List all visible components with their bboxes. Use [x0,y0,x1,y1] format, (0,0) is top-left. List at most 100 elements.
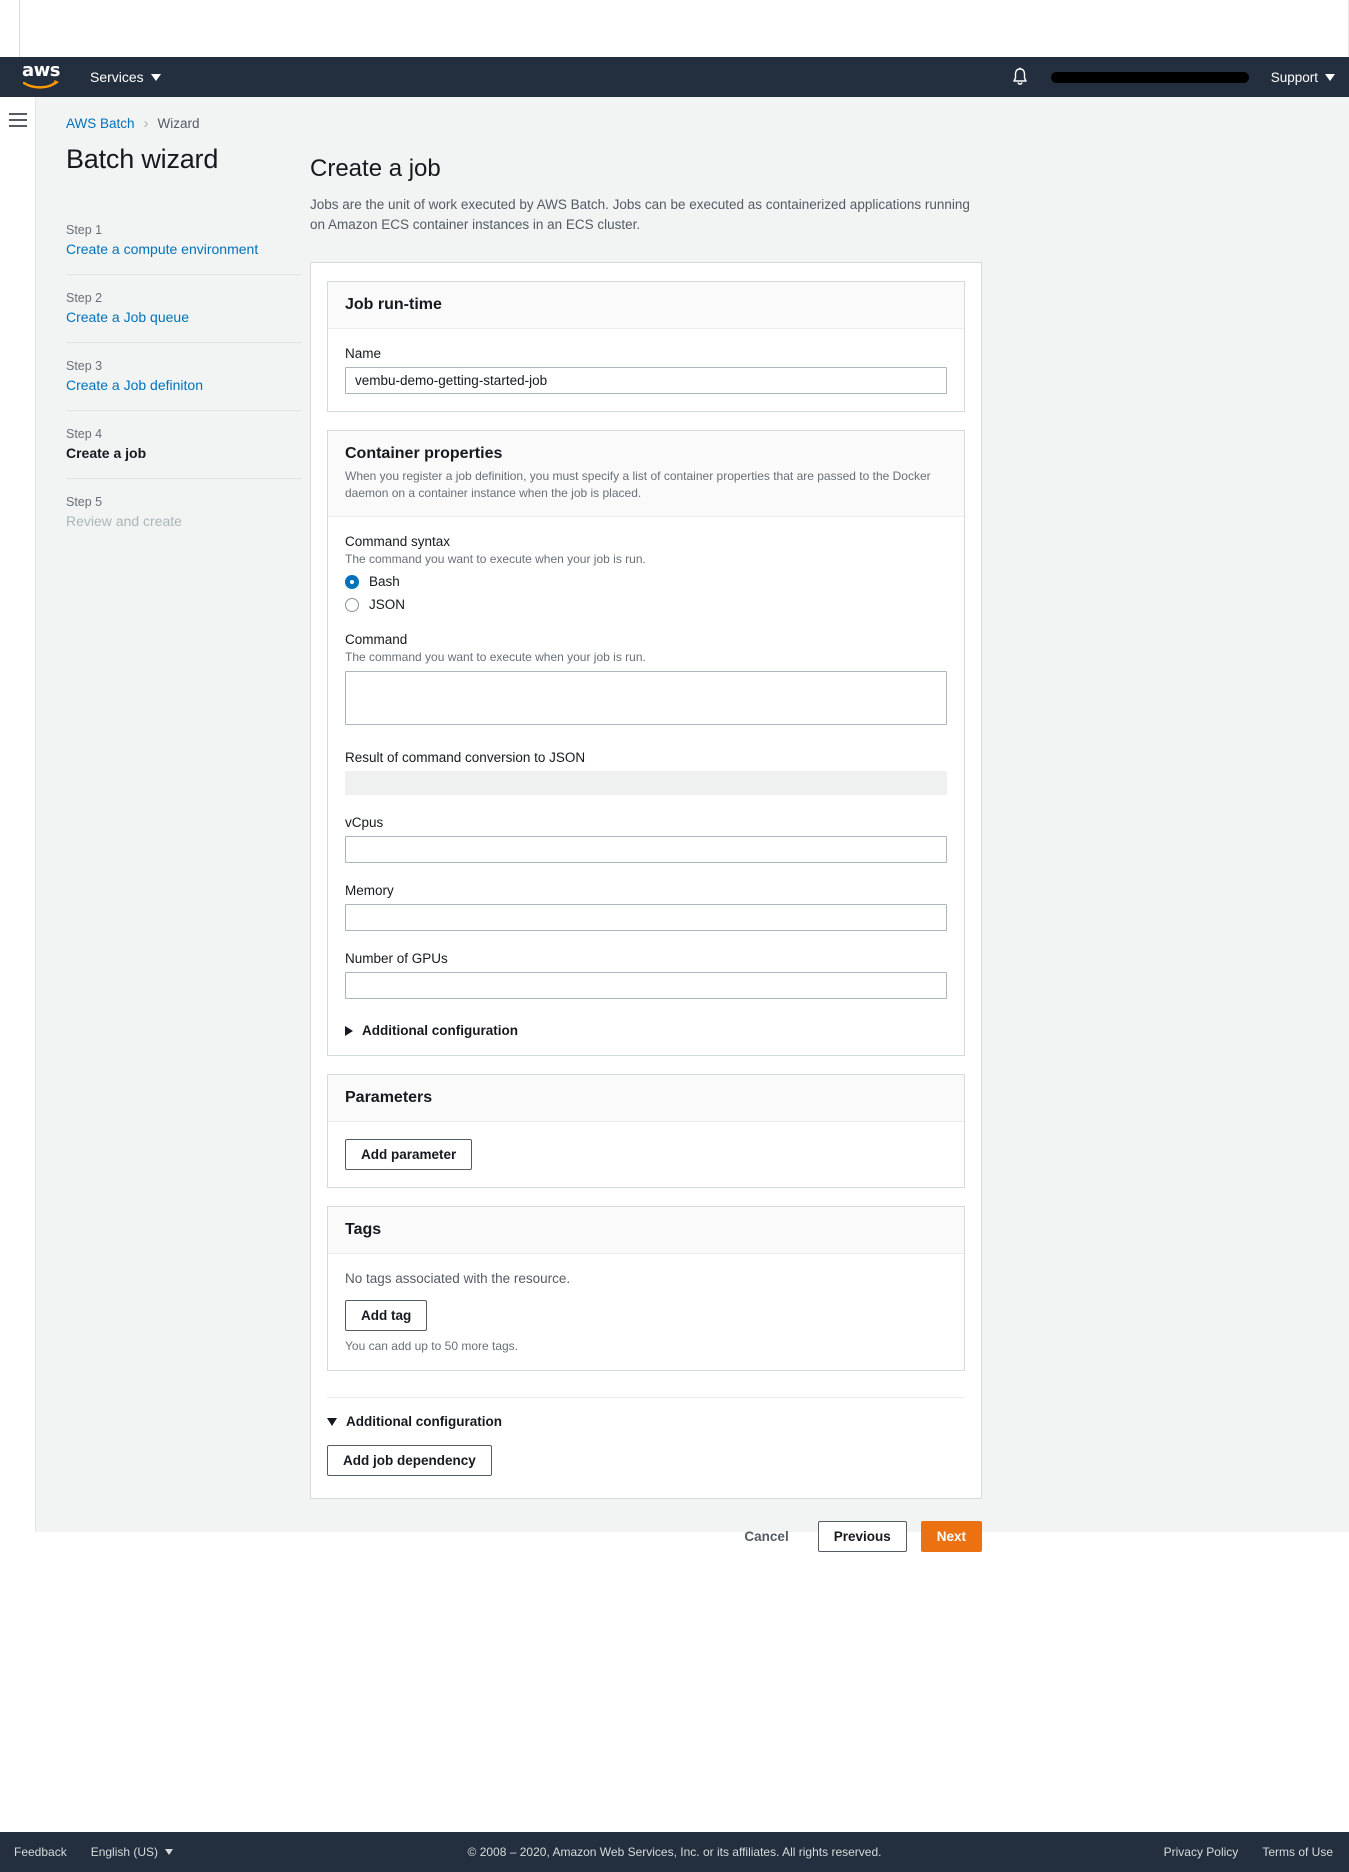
container-properties-panel: Container properties When you register a… [327,429,965,1057]
privacy-policy-link[interactable]: Privacy Policy [1164,1845,1239,1859]
create-job-form: Job run-time Name vembu-demo-getting-sta… [310,261,982,1500]
bottom-bar-right: Privacy Policy Terms of Use [1164,1845,1333,1859]
bottom-bar: Feedback English (US) © 2008 – 2020, Ama… [0,1832,1349,1872]
parameters-panel: Parameters Add parameter [327,1074,965,1189]
vcpus-field: vCpus [345,815,947,864]
previous-button[interactable]: Previous [817,1521,907,1553]
aws-top-navigation: aws Services Support [0,57,1349,97]
cancel-button[interactable]: Cancel [729,1522,803,1551]
terms-of-use-link[interactable]: Terms of Use [1262,1845,1333,1859]
page-body: AWS Batch › Wizard Batch wizard Step 1 C… [0,97,1349,1553]
add-tag-button[interactable]: Add tag [345,1300,428,1332]
container-properties-title: Container properties [345,444,503,462]
aws-logo-icon[interactable]: aws [22,62,64,92]
command-syntax-field: Command syntax The command you want to e… [345,534,947,612]
container-properties-panel-header: Container properties When you register a… [328,430,964,518]
command-label: Command [345,632,408,648]
main-column: Create a job Jobs are the unit of work e… [302,97,1349,1553]
radio-icon-bash[interactable] [345,574,359,589]
radio-option-bash[interactable]: Bash [345,574,947,589]
bell-icon[interactable] [1011,67,1029,87]
step-number: Step 1 [66,223,103,237]
chevron-down-icon [1325,73,1335,81]
breadcrumb-link-aws-batch[interactable]: AWS Batch [66,116,135,131]
job-name-label: Name [345,345,382,361]
additional-configuration-body: Add job dependency [327,1445,965,1477]
language-selector[interactable]: English (US) [91,1845,174,1859]
command-syntax-label: Command syntax [345,534,451,550]
radio-label-json: JSON [369,597,406,613]
memory-input[interactable] [345,904,947,932]
add-parameter-button[interactable]: Add parameter [345,1139,473,1171]
sidebar-item-create-job-definition[interactable]: Create a Job definiton [66,377,302,393]
tags-panel-header: Tags [328,1207,964,1255]
app-root: aws Services Support AWS Batch › Wizard … [0,0,1349,1872]
command-conversion-output [345,771,947,796]
browser-left-edge [0,0,20,57]
add-job-dependency-button[interactable]: Add job dependency [327,1445,492,1477]
browser-chrome-strip [0,0,1349,57]
vcpus-input[interactable] [345,836,947,864]
radio-icon-json[interactable] [345,597,359,612]
command-conversion-field: Result of command conversion to JSON [345,750,947,796]
next-button[interactable]: Next [920,1521,982,1553]
job-runtime-title: Job run-time [345,295,442,313]
container-properties-panel-body: Command syntax The command you want to e… [328,517,964,1055]
job-runtime-panel-header: Job run-time [328,281,964,329]
sidebar-item-create-job-queue[interactable]: Create a Job queue [66,309,302,325]
form-actions: Cancel Previous Next [310,1521,982,1582]
account-menu-redacted[interactable] [1050,71,1249,83]
nav-services-label: Services [90,69,144,85]
chevron-down-icon [165,1849,174,1855]
additional-configuration-label: Additional configuration [346,1414,502,1430]
nav-right-group: Support [1011,67,1335,87]
hamburger-line [8,113,27,115]
gpus-input[interactable] [345,972,947,1000]
main-heading: Create a job [310,155,441,182]
nav-support-label: Support [1270,69,1318,85]
vcpus-label: vCpus [345,815,384,831]
breadcrumb-separator-icon: › [143,115,149,132]
tags-panel: Tags No tags associated with the resourc… [327,1206,965,1372]
command-textarea[interactable] [345,671,947,726]
nav-support-menu[interactable]: Support [1271,70,1335,85]
wizard-step-2[interactable]: Step 2 Create a Job queue [66,275,302,343]
step-number: Step 3 [66,359,103,373]
command-field: Command The command you want to execute … [345,632,947,730]
step-number: Step 4 [66,427,103,441]
sidebar-item-create-job: Create a job [66,445,147,461]
gpus-label: Number of GPUs [345,951,448,967]
additional-configuration-toggle[interactable]: Additional configuration [327,1414,965,1429]
tags-panel-body: No tags associated with the resource. Ad… [328,1254,964,1370]
aws-smile-icon [23,79,61,90]
step-number: Step 5 [66,495,103,509]
page-title: Batch wizard [66,144,219,174]
memory-field: Memory [345,883,947,932]
bottom-bar-left: Feedback English (US) [14,1845,174,1859]
gpus-field: Number of GPUs [345,951,947,1000]
hamburger-line [8,125,27,127]
sidebar-item-create-compute-environment[interactable]: Create a compute environment [66,241,302,257]
sidebar-item-review-and-create: Review and create [66,513,182,529]
wizard-step-3[interactable]: Step 3 Create a Job definiton [66,343,302,411]
main-inner: Create a job Jobs are the unit of work e… [310,155,982,1582]
container-additional-configuration-toggle[interactable]: Additional configuration [345,1023,947,1038]
feedback-link[interactable]: Feedback [14,1845,67,1859]
nav-services-menu[interactable]: Services [90,69,161,85]
hamburger-menu-icon[interactable] [8,113,27,127]
tags-empty-message: No tags associated with the resource. [345,1271,571,1287]
breadcrumb: AWS Batch › Wizard [66,115,302,132]
wizard-steps-sidebar: AWS Batch › Wizard Batch wizard Step 1 C… [36,97,302,1532]
container-properties-description: When you register a job definition, you … [345,468,931,500]
main-description: Jobs are the unit of work executed by AW… [310,197,970,233]
copyright-text: © 2008 – 2020, Amazon Web Services, Inc.… [467,1845,882,1859]
memory-label: Memory [345,883,394,899]
radio-option-json[interactable]: JSON [345,597,947,612]
job-runtime-panel-body: Name [328,329,964,411]
hamburger-line [8,119,27,121]
wizard-step-1[interactable]: Step 1 Create a compute environment [66,207,302,275]
job-runtime-panel: Job run-time Name [327,280,965,412]
job-name-input[interactable] [345,366,947,394]
command-hint: The command you want to execute when you… [345,650,646,665]
left-rail [0,97,36,1532]
